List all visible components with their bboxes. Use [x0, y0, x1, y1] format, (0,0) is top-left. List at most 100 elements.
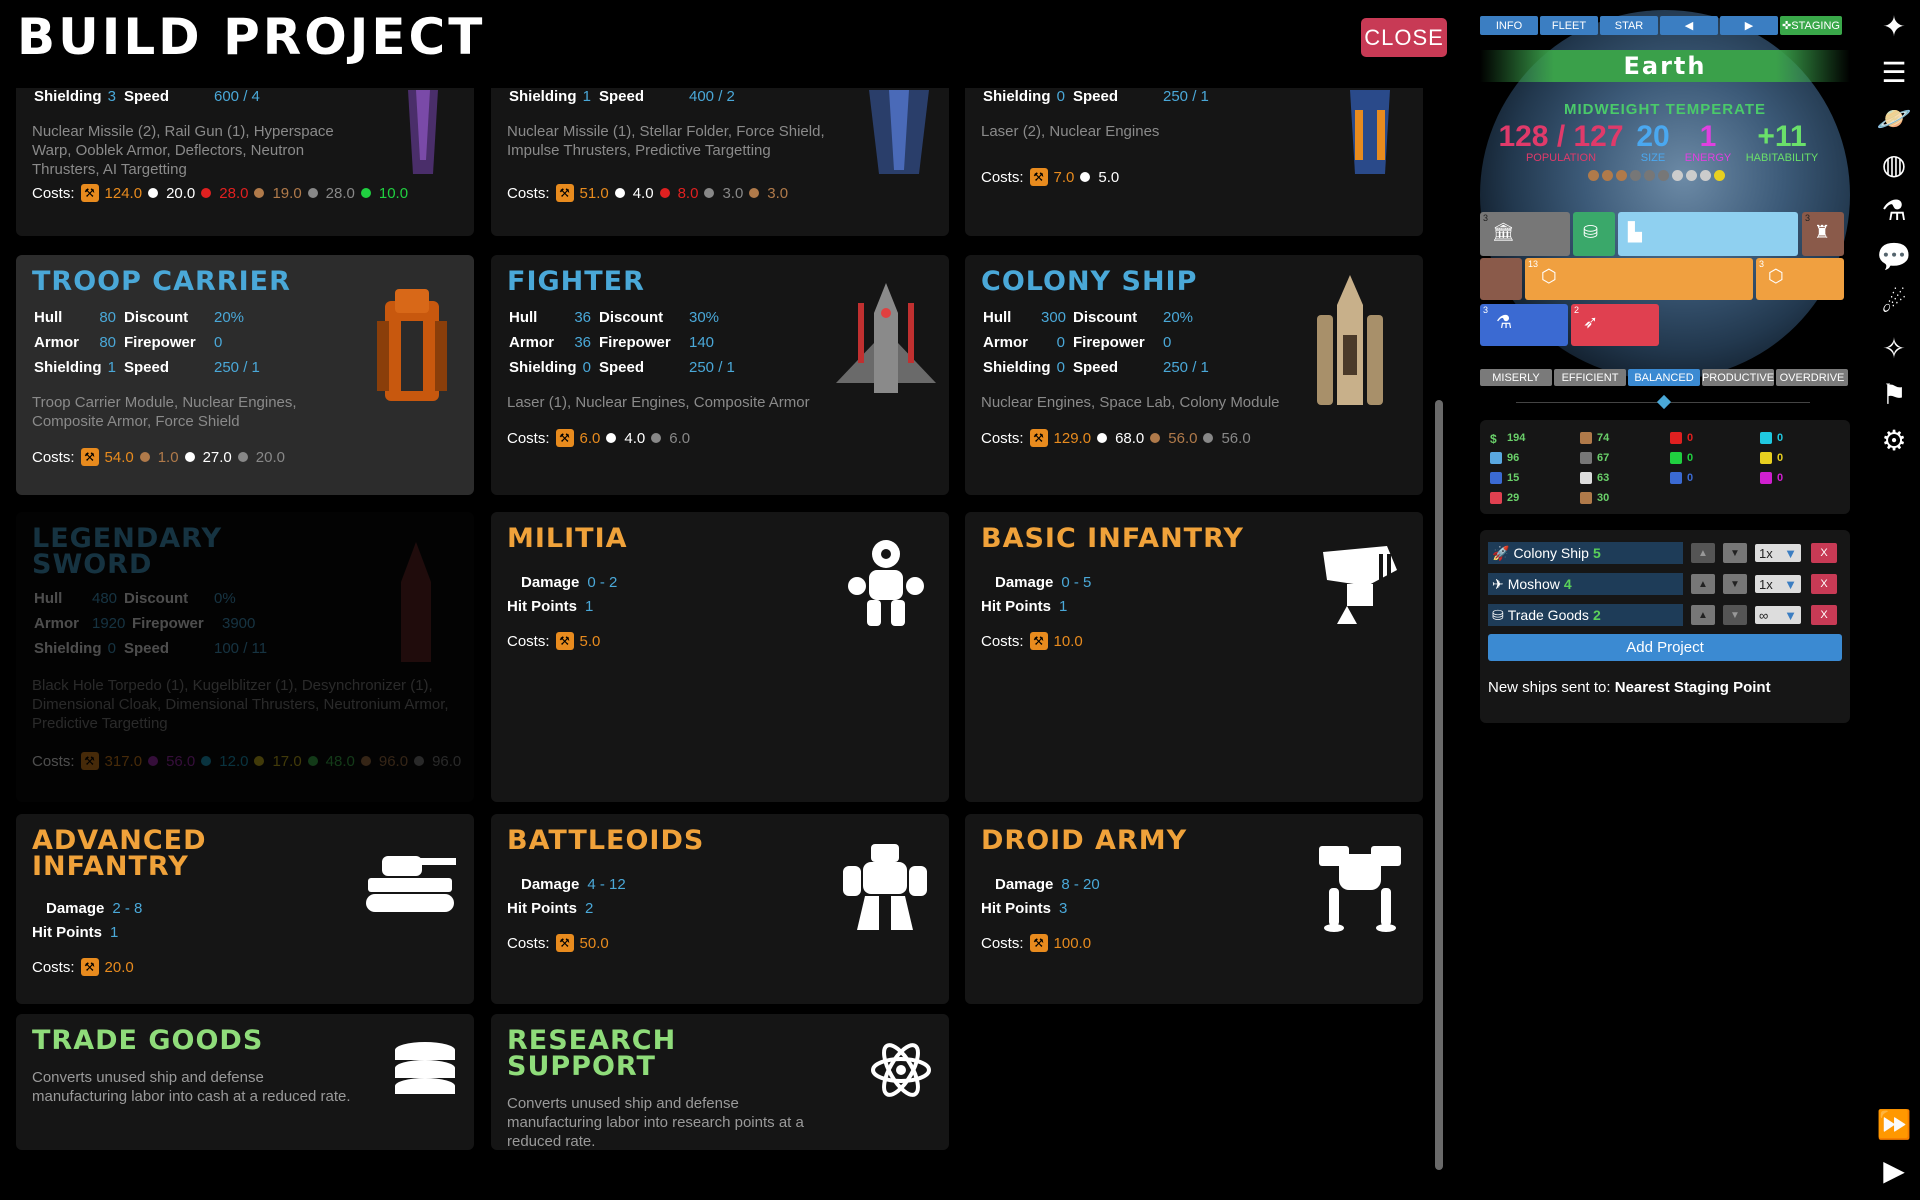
resource-icon [1670, 452, 1682, 464]
mode-overdrive[interactable]: OVERDRIVE [1776, 369, 1848, 386]
move-up-button[interactable]: ▲ [1691, 605, 1715, 625]
resource-dot-icon [148, 188, 159, 198]
scrollbar-thumb[interactable] [1435, 400, 1443, 1170]
fleet-icon[interactable]: ◍ [1874, 144, 1914, 184]
costs-row: Costs: ⚒ 100.0 [981, 934, 1091, 952]
ship-card-troop-carrier[interactable]: Troop Carrier Hull 80 Discount 20% Armor 80 F… [16, 255, 474, 495]
ship-image [869, 90, 929, 174]
remove-button[interactable]: X [1811, 574, 1837, 594]
speed-value: 250 / 1 [214, 359, 260, 376]
costs-row: Costs: ⚒ 7.0 5.0 [981, 168, 1119, 186]
staging-destination-value[interactable]: Nearest Staging Point [1615, 679, 1771, 696]
damage-value: 0 - 5 [1061, 573, 1092, 591]
next-planet-button[interactable]: ▶ [1720, 16, 1778, 35]
multiplier-select[interactable]: 1x ▼ [1755, 575, 1801, 593]
ship-card[interactable]: Shielding 1 Speed 400 / 2 Nuclear Missile (… [491, 88, 949, 236]
chat-icon[interactable]: 💬 [1874, 236, 1914, 276]
mode-balanced[interactable]: BALANCED [1628, 369, 1700, 386]
tab-info[interactable]: INFO [1480, 16, 1538, 35]
special-name: Trade Goods [32, 1025, 264, 1056]
troop-card-advanced-infantry[interactable]: Advanced Infantry Damage 2 - 8 Hit Points… [16, 814, 474, 1004]
troop-card-militia[interactable]: Militia Damage 0 - 2 Hit Points 1 Costs: ⚒ 5… [491, 512, 949, 802]
add-project-button[interactable]: Add Project [1488, 634, 1842, 661]
multiplier-select[interactable]: ∞ ▼ [1755, 606, 1801, 624]
ship-card-colony-ship[interactable]: Colony Ship Hull 300 Discount 20% Armor 0 Fir… [965, 255, 1423, 495]
scrollbar[interactable] [1432, 88, 1446, 1183]
close-button[interactable]: CLOSE [1361, 18, 1447, 57]
mode-slider-handle[interactable] [1656, 394, 1672, 410]
research-building[interactable]: 3 ⚗ [1480, 304, 1568, 346]
ship-card-fighter[interactable]: Fighter Hull 36 Discount 30% Armor 36 Firepow… [491, 255, 949, 495]
flag-icon[interactable]: ⚑ [1874, 374, 1914, 414]
move-up-button[interactable]: ▲ [1691, 574, 1715, 594]
move-up-button[interactable]: ▲ [1691, 543, 1715, 563]
medal-icon: ♜ [1814, 222, 1831, 242]
remove-button[interactable]: X [1811, 605, 1837, 625]
move-down-button[interactable]: ▼ [1723, 574, 1747, 594]
mode-efficient[interactable]: EFFICIENT [1554, 369, 1626, 386]
ship-card[interactable]: Shielding 3 Speed 600 / 4 Nuclear Missile (… [16, 88, 474, 236]
build-project-grid: Shielding 3 Speed 600 / 4 Nuclear Missile (… [0, 88, 1430, 1188]
cost-value: 48.0 [325, 752, 355, 770]
planet-icon[interactable]: 🪐 [1874, 98, 1914, 138]
prev-planet-button[interactable]: ◀ [1660, 16, 1718, 35]
special-card-trade-goods[interactable]: Trade Goods Converts unused ship and def… [16, 1014, 474, 1150]
resource-value: 96 [1507, 452, 1520, 464]
module-list: Laser (2), Nuclear Engines [981, 123, 1160, 140]
resource-value: 29 [1507, 492, 1520, 504]
firepower-value: 140 [689, 334, 715, 351]
tab-fleet[interactable]: FLEET [1540, 16, 1598, 35]
queue-item[interactable]: ⛁ Trade Goods 2 ▲ ▼ ∞ ▼ X [1488, 604, 1837, 626]
move-down-button[interactable]: ▼ [1723, 543, 1747, 563]
discount-value: 20% [1163, 309, 1194, 326]
staging-button[interactable]: ✜STAGING [1780, 16, 1842, 35]
size-label: SIZE [1640, 152, 1666, 164]
discount-value: 20% [214, 309, 245, 326]
resource-dot-icon [704, 188, 715, 198]
damage-value: 2 - 8 [112, 899, 143, 917]
shipyard-building[interactable]: 2 ➶ [1571, 304, 1659, 346]
move-down-button[interactable]: ▼ [1723, 605, 1747, 625]
tab-star[interactable]: STAR [1600, 16, 1658, 35]
gear-icon[interactable]: ⚙ [1874, 420, 1914, 460]
queue-item[interactable]: ✈ Moshow 4 ▲ ▼ 1x ▼ X [1488, 573, 1837, 595]
shielding-value: 0 [1056, 359, 1065, 376]
resource-value: 67 [1597, 452, 1610, 464]
queue-item[interactable]: 🚀 Colony Ship 5 ▲ ▼ 1x ▼ X [1488, 542, 1837, 564]
ship-name: Fighter [507, 266, 645, 297]
military-building[interactable]: 3 ♜ [1802, 212, 1844, 256]
empty-slot[interactable] [1480, 258, 1522, 300]
storage-building[interactable]: 13 ⬡ [1525, 258, 1753, 300]
speed-label: Speed [599, 88, 645, 105]
cost-value: 3.0 [722, 184, 744, 202]
sparkle-icon[interactable]: ✦ [1874, 6, 1914, 46]
troop-card-battleoids[interactable]: Battleoids Damage 4 - 12 Hit Points 2 Cost… [491, 814, 949, 1004]
speed-label: Speed [124, 640, 170, 657]
troop-card-droid-army[interactable]: Droid Army Damage 8 - 20 Hit Points 3 Cost… [965, 814, 1423, 1004]
mode-productive[interactable]: PRODUCTIVE [1702, 369, 1774, 386]
flask-icon[interactable]: ⚗ [1874, 190, 1914, 230]
industry-building[interactable]: ▙ [1618, 212, 1798, 256]
stars-icon[interactable]: ✧ [1874, 328, 1914, 368]
troop-card-basic-infantry[interactable]: Basic Infantry Damage 0 - 5 Hit Points 1 C… [965, 512, 1423, 802]
multiplier-value: 1x [1759, 576, 1773, 592]
remove-button[interactable]: X [1811, 543, 1837, 563]
costs-label: Costs: [981, 632, 1024, 650]
satellite-icon[interactable]: ☄ [1874, 282, 1914, 322]
menu-icon[interactable]: ☰ [1874, 52, 1914, 92]
finance-building[interactable]: ⛁ [1573, 212, 1615, 256]
ship-card[interactable]: Shielding 0 Speed 250 / 1 Laser (2), Nuclea… [965, 88, 1423, 236]
hull-label: Hull [983, 309, 1012, 326]
government-building[interactable]: 3 🏛 [1480, 212, 1570, 256]
speed-label: Speed [1073, 359, 1119, 376]
play-icon[interactable]: ▶ [1874, 1150, 1914, 1190]
armor-value: 0 [1056, 334, 1065, 351]
mode-miserly[interactable]: MISERLY [1480, 369, 1552, 386]
hull-label: Hull [34, 309, 63, 326]
special-description: Converts unused ship and defense manufac… [507, 1095, 804, 1150]
module-list: Troop Carrier Module, Nuclear Engines, C… [32, 394, 297, 430]
storage-building-2[interactable]: 3 ⬡ [1756, 258, 1844, 300]
special-card-research-support[interactable]: Research Support Converts unused ship an… [491, 1014, 949, 1150]
multiplier-select[interactable]: 1x ▼ [1755, 544, 1801, 562]
fast-forward-icon[interactable]: ⏩ [1874, 1104, 1914, 1144]
